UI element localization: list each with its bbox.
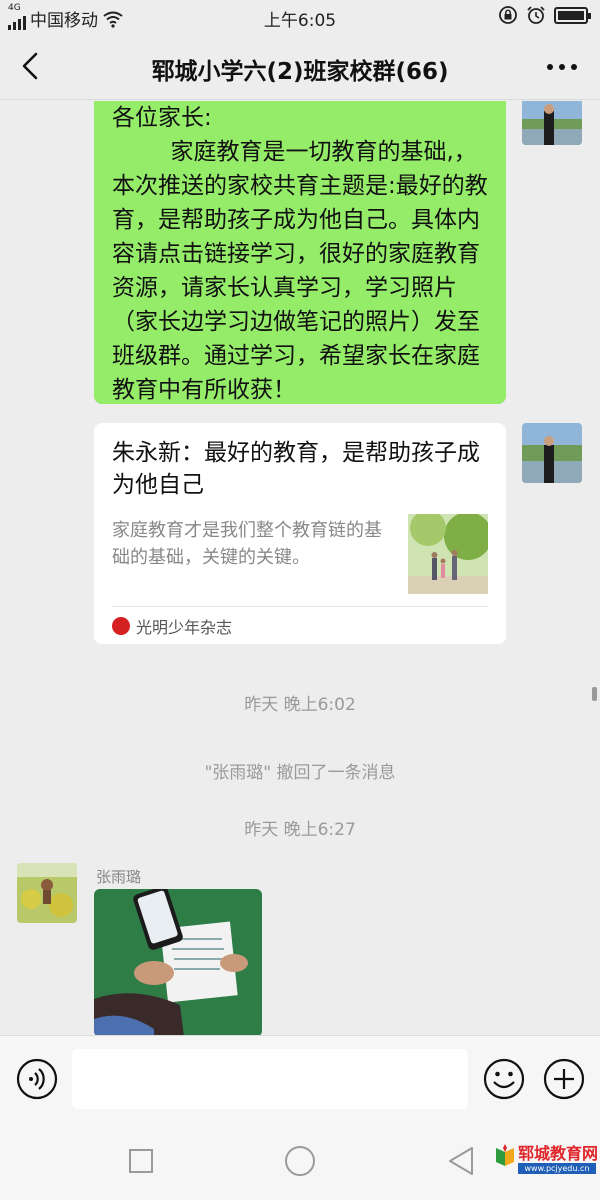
my-avatar[interactable] (522, 101, 582, 145)
watermark-url: www.pcjyedu.cn (518, 1163, 596, 1174)
card-divider (112, 606, 488, 607)
voice-icon[interactable] (16, 1058, 58, 1100)
article-thumbnail (408, 514, 488, 594)
site-watermark: 郓城教育网 www.pcjyedu.cn (494, 1140, 598, 1186)
chat-header: 郓城小学六(2)班家校群(66) (0, 34, 600, 100)
avatar-photo (522, 423, 582, 483)
message-input[interactable] (72, 1049, 468, 1109)
source-name: 光明少年杂志 (136, 618, 233, 637)
plus-icon[interactable] (543, 1058, 585, 1100)
article-source: 光明少年杂志 (112, 614, 232, 638)
watermark-logo (496, 1144, 514, 1166)
incoming-photo-message[interactable] (94, 889, 262, 1035)
shared-article-card[interactable]: 朱永新：最好的教育，是帮助孩子成为他自己 家庭教育才是我们整个教育链的基础的基础… (94, 423, 506, 644)
more-dots-icon[interactable] (542, 52, 582, 82)
home-icon[interactable] (284, 1145, 316, 1177)
timestamp: 昨天 晚上6:27 (244, 820, 356, 840)
watermark-title: 郓城教育网 (518, 1144, 599, 1163)
message-input-bar (0, 1035, 600, 1123)
publisher-logo-icon (112, 617, 130, 635)
outgoing-text-message[interactable]: 各位家长: 家庭教育是一切教育的基础,，本次推送的家校共育主题是:最好的教育，是… (94, 101, 506, 404)
sender-name: 张雨璐 (96, 868, 142, 886)
alarm-icon (527, 6, 545, 24)
article-description: 家庭教育才是我们整个教育链的基础的基础，关键的关键。 (112, 520, 382, 568)
status-bar: 4G 中国移动 上午6:05 (0, 0, 600, 34)
battery-icon (554, 6, 591, 24)
status-right (498, 5, 591, 25)
photo-content (94, 889, 262, 1035)
lock-rotation-icon (499, 6, 517, 24)
article-title: 朱永新：最好的教育，是帮助孩子成为他自己 (112, 440, 480, 498)
avatar-photo (17, 863, 77, 923)
timestamp: 昨天 晚上6:02 (244, 695, 356, 715)
chat-message-list[interactable]: 各位家长: 家庭教育是一切教育的基础,，本次推送的家校共育主题是:最好的教育，是… (0, 101, 600, 1035)
chat-title: 郓城小学六(2)班家校群(66) (151, 59, 449, 85)
recent-apps-icon[interactable] (128, 1148, 154, 1174)
system-navigation-bar: 郓城教育网 www.pcjyedu.cn (0, 1123, 600, 1200)
recall-notice: "张雨璐" 撤回了一条消息 (204, 763, 396, 783)
back-icon[interactable] (446, 1145, 476, 1177)
my-avatar[interactable] (522, 423, 582, 483)
avatar-photo (522, 101, 582, 145)
emoji-icon[interactable] (483, 1058, 525, 1100)
sender-avatar[interactable] (17, 863, 77, 923)
